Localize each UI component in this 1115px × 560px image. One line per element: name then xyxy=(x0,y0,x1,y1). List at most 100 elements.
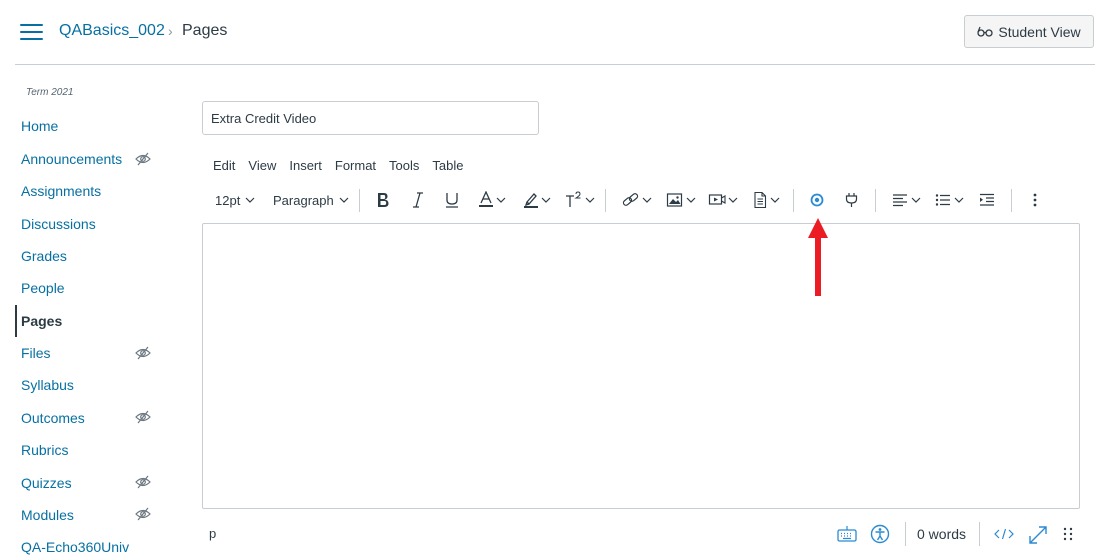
rich-text-editor-area[interactable] xyxy=(202,223,1080,509)
chevron-down-icon xyxy=(496,197,506,203)
nav-home[interactable]: Home xyxy=(21,116,58,136)
student-view-button[interactable]: Student View xyxy=(964,15,1094,48)
toolbar-divider xyxy=(1011,189,1012,212)
toolbar-divider xyxy=(359,189,360,212)
chevron-down-icon xyxy=(728,197,738,203)
block-format-dropdown[interactable]: Paragraph xyxy=(273,188,351,212)
nav-assignments[interactable]: Assignments xyxy=(21,181,101,201)
text-color-button[interactable] xyxy=(478,188,508,212)
italic-icon xyxy=(413,192,423,208)
link-icon xyxy=(622,193,639,206)
menu-tools[interactable]: Tools xyxy=(389,157,419,175)
nav-syllabus[interactable]: Syllabus xyxy=(21,375,74,395)
keyboard-icon[interactable] xyxy=(837,524,857,544)
breadcrumb-course-link[interactable]: QABasics_002 xyxy=(59,22,165,40)
apps-plugin-button[interactable] xyxy=(843,188,861,212)
nav-files[interactable]: Files xyxy=(21,343,51,363)
eye-slash-icon xyxy=(135,507,151,521)
font-size-value: 12pt xyxy=(215,192,241,208)
media-icon xyxy=(708,194,726,205)
bullet-list-icon xyxy=(935,194,950,206)
fullscreen-icon[interactable] xyxy=(1027,524,1049,546)
nav-grades[interactable]: Grades xyxy=(21,246,67,266)
eye-slash-icon xyxy=(135,410,151,424)
toolbar-divider xyxy=(605,189,606,212)
term-label: Term 2021 xyxy=(26,87,74,98)
text-color-icon xyxy=(479,191,493,207)
font-size-dropdown[interactable]: 12pt xyxy=(215,188,257,212)
breadcrumb-current-page: Pages xyxy=(182,22,228,39)
resize-handle-icon[interactable] xyxy=(1061,524,1075,544)
menu-table[interactable]: Table xyxy=(432,157,463,175)
accessibility-checker-icon[interactable] xyxy=(870,524,890,544)
nav-qa-echo360univ[interactable]: QA-Echo360Univ xyxy=(21,537,129,557)
nav-quizzes[interactable]: Quizzes xyxy=(21,473,72,493)
chevron-down-icon xyxy=(911,197,921,203)
echo360-plugin-button[interactable] xyxy=(809,188,825,212)
highlight-color-button[interactable] xyxy=(523,188,553,212)
breadcrumb-separator: › xyxy=(168,23,173,39)
chevron-down-icon xyxy=(954,197,964,203)
indent-icon xyxy=(980,193,994,206)
vertical-ellipsis-icon xyxy=(1033,193,1037,207)
menu-edit[interactable]: Edit xyxy=(213,157,235,175)
status-divider xyxy=(979,522,980,546)
underline-icon xyxy=(446,193,458,208)
page-title-input[interactable] xyxy=(202,101,539,135)
chevron-down-icon xyxy=(642,197,652,203)
nav-pages[interactable]: Pages xyxy=(21,311,62,331)
student-view-label: Student View xyxy=(998,23,1081,40)
link-button[interactable] xyxy=(622,188,654,212)
menu-insert[interactable]: Insert xyxy=(289,157,322,175)
nav-rubrics[interactable]: Rubrics xyxy=(21,440,68,460)
status-divider xyxy=(905,522,906,546)
menu-format[interactable]: Format xyxy=(335,157,376,175)
eye-slash-icon xyxy=(135,346,151,360)
editor-menubar: Edit View Insert Format Tools Table xyxy=(213,157,476,175)
chevron-down-icon xyxy=(245,197,255,203)
block-format-value: Paragraph xyxy=(273,192,334,208)
superscript-icon xyxy=(566,191,581,207)
element-path: p xyxy=(209,526,217,541)
echo360-icon xyxy=(810,193,824,207)
italic-button[interactable] xyxy=(410,188,426,212)
indent-button[interactable] xyxy=(978,188,996,212)
highlighter-icon xyxy=(524,193,538,208)
eye-slash-icon xyxy=(135,475,151,489)
underline-button[interactable] xyxy=(444,188,460,212)
list-dropdown[interactable] xyxy=(934,188,966,212)
eye-slash-icon xyxy=(135,152,151,166)
media-button[interactable] xyxy=(708,188,740,212)
menu-view[interactable]: View xyxy=(248,157,276,175)
superscript-button[interactable] xyxy=(565,188,597,212)
nav-discussions[interactable]: Discussions xyxy=(21,214,96,234)
align-dropdown[interactable] xyxy=(891,188,923,212)
chevron-down-icon xyxy=(541,197,551,203)
word-count[interactable]: 0 words xyxy=(917,526,966,542)
align-left-icon xyxy=(893,194,907,207)
nav-modules[interactable]: Modules xyxy=(21,505,74,525)
html-editor-toggle-icon[interactable] xyxy=(992,524,1016,544)
chevron-down-icon xyxy=(585,197,595,203)
chevron-down-icon xyxy=(686,197,696,203)
bold-button[interactable] xyxy=(375,188,391,212)
document-button[interactable] xyxy=(752,188,782,212)
course-header: QABasics_002 › Pages Student View xyxy=(0,0,1115,65)
plug-icon xyxy=(845,193,858,207)
header-divider xyxy=(15,64,1095,65)
toolbar-divider xyxy=(793,189,794,212)
hamburger-menu-icon[interactable] xyxy=(20,24,43,42)
more-options-button[interactable] xyxy=(1028,188,1042,212)
nav-people[interactable]: People xyxy=(21,278,65,298)
red-arrow-annotation xyxy=(808,218,828,296)
nav-outcomes[interactable]: Outcomes xyxy=(21,408,85,428)
toolbar-divider xyxy=(875,189,876,212)
active-nav-indicator xyxy=(15,305,17,337)
nav-announcements[interactable]: Announcements xyxy=(21,149,122,169)
image-icon xyxy=(666,193,683,207)
chevron-down-icon xyxy=(770,197,780,203)
image-button[interactable] xyxy=(666,188,698,212)
chevron-down-icon xyxy=(339,197,349,203)
document-icon xyxy=(754,191,767,209)
bold-icon xyxy=(378,193,389,207)
